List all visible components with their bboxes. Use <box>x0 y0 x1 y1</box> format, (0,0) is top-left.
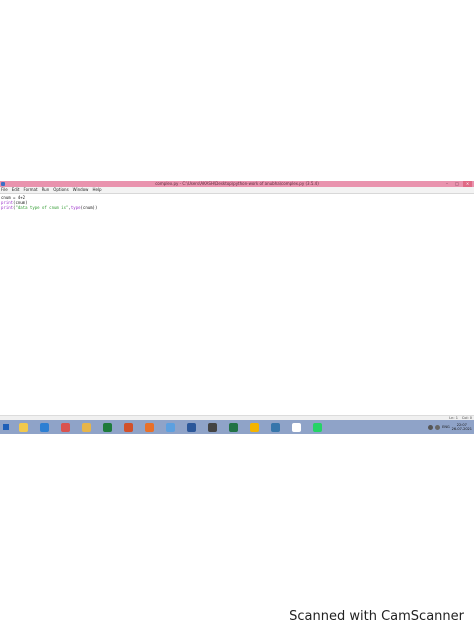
code-editor[interactable]: cnum = 4+2 print(cnum) print("data type … <box>0 193 474 415</box>
media-icon <box>208 422 217 432</box>
taskbar: ENG 22:07 26-07-2021 <box>0 420 474 434</box>
system-tray: ENG 22:07 26-07-2021 <box>428 420 474 434</box>
ie-icon <box>40 422 49 432</box>
taskbar-file-explorer-button[interactable] <box>14 421 33 433</box>
code-text: (cnum)) <box>80 205 98 210</box>
camscanner-watermark: Scanned with CamScanner <box>289 609 464 624</box>
taskbar-amazon-button[interactable] <box>287 421 306 433</box>
language-indicator[interactable]: ENG <box>442 425 450 429</box>
chrome-like-icon <box>61 422 70 432</box>
excel-icon <box>103 422 112 432</box>
whatsapp-icon <box>313 422 322 432</box>
builtin-type: type <box>70 205 81 210</box>
taskbar-powerpoint-button[interactable] <box>119 421 138 433</box>
taskbar-folder-button[interactable] <box>77 421 96 433</box>
taskbar-ie-button[interactable] <box>35 421 54 433</box>
network-icon[interactable] <box>428 424 434 430</box>
firefox-icon <box>145 422 154 432</box>
taskbar-apps <box>14 421 327 433</box>
taskbar-excel-button[interactable] <box>98 421 117 433</box>
code-line-3: print("data type of cnum is",type(cnum)) <box>1 205 473 210</box>
windows-logo-icon <box>3 424 9 430</box>
taskbar-python-button[interactable] <box>266 421 285 433</box>
volume-icon[interactable] <box>435 424 441 430</box>
weather-icon <box>166 422 175 432</box>
taskbar-excel2-button[interactable] <box>224 421 243 433</box>
string-literal: "data type of cnum is" <box>15 205 69 210</box>
taskbar-firefox-button[interactable] <box>140 421 159 433</box>
taskbar-media-button[interactable] <box>203 421 222 433</box>
folder-icon <box>82 422 91 432</box>
taskbar-chrome-like-button[interactable] <box>56 421 75 433</box>
powerpoint-icon <box>124 422 133 432</box>
amazon-icon <box>292 422 301 432</box>
clock[interactable]: 22:07 26-07-2021 <box>452 423 472 431</box>
start-button[interactable] <box>0 420 12 434</box>
taskbar-whatsapp-button[interactable] <box>308 421 327 433</box>
idle-editor-window: complex.py - C:\Users\AKASH\Desktop\pyth… <box>0 181 474 420</box>
taskbar-weather-button[interactable] <box>161 421 180 433</box>
chrome-icon <box>250 422 259 432</box>
taskbar-chrome-button[interactable] <box>245 421 264 433</box>
clock-date: 26-07-2021 <box>451 427 472 431</box>
keyword-print: print <box>1 205 14 210</box>
file-explorer-icon <box>19 422 28 432</box>
taskbar-word-button[interactable] <box>182 421 201 433</box>
python-icon <box>271 422 280 432</box>
excel2-icon <box>229 422 238 432</box>
word-icon <box>187 422 196 432</box>
